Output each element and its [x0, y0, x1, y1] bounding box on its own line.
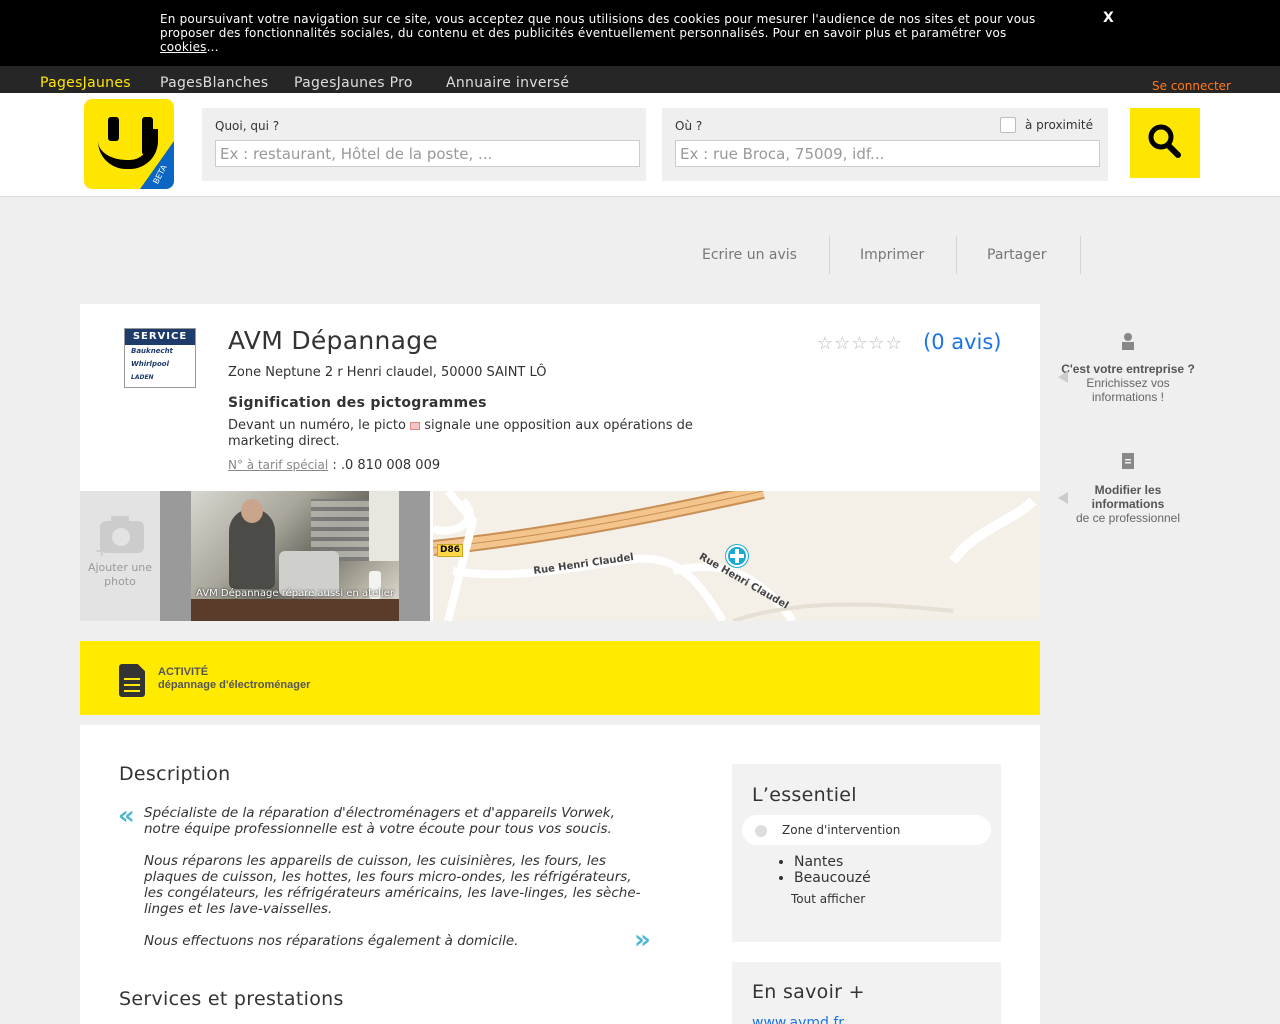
- show-all-link[interactable]: Tout afficher: [791, 892, 865, 906]
- essentials-title: L’essentiel: [752, 784, 857, 806]
- proximity-toggle[interactable]: à proximité: [1000, 117, 1093, 133]
- modify-title: Modifier les informations: [1091, 483, 1165, 511]
- claim-title: C'est votre entreprise ?: [1061, 362, 1195, 376]
- star-empty-icon: ☆: [851, 333, 868, 354]
- nav-pagesjaunes[interactable]: PagesJaunes: [40, 75, 131, 91]
- star-empty-icon: ☆: [868, 333, 885, 354]
- proximity-checkbox[interactable]: [1000, 117, 1017, 133]
- action-divider: [956, 236, 957, 274]
- business-photo[interactable]: AVM Dépannage répare aussi en atelier: [160, 491, 430, 621]
- essentials-panel: L’essentiel Zone d'intervention Nantes B…: [732, 764, 1001, 942]
- activity-value: dépannage d'électroménager: [158, 679, 311, 691]
- photo-image: [191, 491, 399, 621]
- picto-text-before: Devant un numéro, le picto: [228, 418, 406, 433]
- share-link[interactable]: Partager: [987, 236, 1046, 274]
- business-logo-line: LADEN: [131, 374, 154, 381]
- business-logo-line: Whirlpool: [131, 360, 169, 368]
- details-section: Description « Spécialiste de la réparati…: [80, 725, 1040, 1024]
- city-list: Nantes Beaucouzé: [794, 854, 871, 886]
- no-marketing-icon: [410, 421, 421, 430]
- search-what-input[interactable]: [215, 140, 640, 167]
- nav-pagesblanches[interactable]: PagesBlanches: [160, 75, 269, 91]
- add-photo-label: Ajouter une photo: [87, 561, 153, 588]
- business-logo: SERVICE Bauknecht Whirlpool LADEN: [124, 328, 196, 388]
- plus-icon: +: [95, 541, 109, 560]
- map-road-badge: D86: [437, 544, 463, 557]
- phone-separator: :: [332, 458, 337, 473]
- search-where-input[interactable]: [675, 140, 1100, 167]
- quote-close-icon: »: [634, 925, 651, 955]
- description-paragraph: Nous réparons les appareils de cuisson, …: [144, 853, 641, 917]
- description-title: Description: [119, 763, 231, 785]
- search-button[interactable]: [1130, 108, 1200, 178]
- photo-table: [191, 599, 399, 621]
- more-info-panel: En savoir + www.avmd.fr: [732, 962, 1001, 1024]
- nav-annuaire-inverse[interactable]: Annuaire inversé: [446, 75, 569, 91]
- business-address[interactable]: Zone Neptune 2 r Henri claudel, 50000 SA…: [228, 365, 547, 380]
- header: BETA Quoi, qui ? Où ? à proximité: [0, 93, 1280, 197]
- search-where-box: Où ? à proximité: [662, 108, 1108, 181]
- list-item: Beaucouzé: [794, 870, 871, 886]
- cookie-text: En poursuivant votre navigation sur ce s…: [160, 12, 1060, 54]
- cookies-link[interactable]: cookies: [160, 40, 207, 54]
- nav-pagesjaunes-pro[interactable]: PagesJaunes Pro: [294, 75, 413, 91]
- photo-caption: AVM Dépannage répare aussi en atelier: [196, 588, 394, 599]
- website-link[interactable]: www.avmd.fr: [752, 1015, 844, 1024]
- map-pin-icon[interactable]: [726, 545, 748, 567]
- star-empty-icon: ☆: [817, 333, 834, 354]
- modify-info-link[interactable]: Modifier les informations de ce professi…: [1058, 452, 1198, 525]
- write-review-link[interactable]: Ecrire un avis: [702, 236, 797, 274]
- logo-smile: [98, 129, 158, 169]
- business-name: AVM Dépannage: [228, 326, 439, 355]
- cookie-close-button[interactable]: X: [1103, 10, 1114, 26]
- search-what-label: Quoi, qui ?: [215, 119, 280, 133]
- services-title: Services et prestations: [119, 988, 344, 1010]
- list-item: Nantes: [794, 854, 871, 870]
- search-where-label: Où ?: [675, 119, 703, 133]
- login-link[interactable]: Se connecter: [1152, 79, 1231, 93]
- description-paragraph: Spécialiste de la réparation d'électromé…: [144, 805, 615, 837]
- more-info-title: En savoir +: [752, 981, 865, 1003]
- star-empty-icon: ☆: [834, 333, 851, 354]
- quote-open-icon: «: [118, 801, 135, 831]
- pagesjaunes-logo[interactable]: BETA: [84, 99, 174, 189]
- claim-subtitle: Enrichissez vos informations !: [1086, 376, 1170, 404]
- picto-title: Signification des pictogrammes: [228, 395, 487, 411]
- reviews-count-link[interactable]: (0 avis): [923, 330, 1002, 354]
- business-card: SERVICE Bauknecht Whirlpool LADEN AVM Dé…: [80, 304, 1040, 621]
- document-icon: [119, 664, 145, 697]
- picto-explanation: Devant un numéro, le picto signale une o…: [228, 418, 748, 450]
- search-what-box: Quoi, qui ?: [202, 108, 646, 181]
- phone-number[interactable]: .0 810 008 009: [341, 458, 440, 473]
- user-icon: [1122, 333, 1134, 350]
- photo-person-head: [241, 499, 263, 523]
- cookie-ellipsis: ...: [206, 40, 219, 54]
- action-divider: [829, 236, 830, 274]
- phone-line: N° à tarif spécial : .0 810 008 009: [228, 458, 440, 473]
- business-logo-line: Bauknecht: [131, 347, 173, 355]
- arrow-left-icon: [1058, 371, 1068, 383]
- action-divider: [1080, 236, 1081, 274]
- search-icon: [1148, 124, 1181, 158]
- zone-intervention: Zone d'intervention: [742, 815, 991, 845]
- cookie-message: En poursuivant votre navigation sur ce s…: [160, 12, 1036, 40]
- activity-band: ACTIVITÉ dépannage d'électroménager: [80, 641, 1040, 715]
- proximity-label: à proximité: [1025, 118, 1093, 132]
- cookie-banner: En poursuivant votre navigation sur ce s…: [0, 0, 1280, 66]
- location-map[interactable]: D86 Rue Henri Claudel Rue Henri Claudel: [433, 491, 1040, 621]
- business-logo-header: SERVICE: [125, 329, 195, 345]
- add-photo-button[interactable]: + Ajouter une photo: [80, 491, 160, 621]
- claim-business-link[interactable]: C'est votre entreprise ? Enrichissez vos…: [1058, 332, 1198, 404]
- print-link[interactable]: Imprimer: [860, 236, 924, 274]
- top-navigation: PagesJaunes PagesBlanches PagesJaunes Pr…: [0, 66, 1280, 93]
- activity-label: ACTIVITÉ: [158, 666, 209, 678]
- description-paragraph: Nous effectuons nos réparations égalemen…: [144, 933, 519, 949]
- arrow-left-icon: [1058, 492, 1068, 504]
- modify-subtitle: de ce professionnel: [1075, 511, 1181, 525]
- photo-cabinet: [369, 491, 399, 561]
- special-rate-link[interactable]: N° à tarif spécial: [228, 458, 328, 472]
- star-empty-icon: ☆: [885, 333, 902, 354]
- rating-stars[interactable]: ☆ ☆ ☆ ☆ ☆: [817, 333, 902, 354]
- document-icon: [1122, 453, 1134, 469]
